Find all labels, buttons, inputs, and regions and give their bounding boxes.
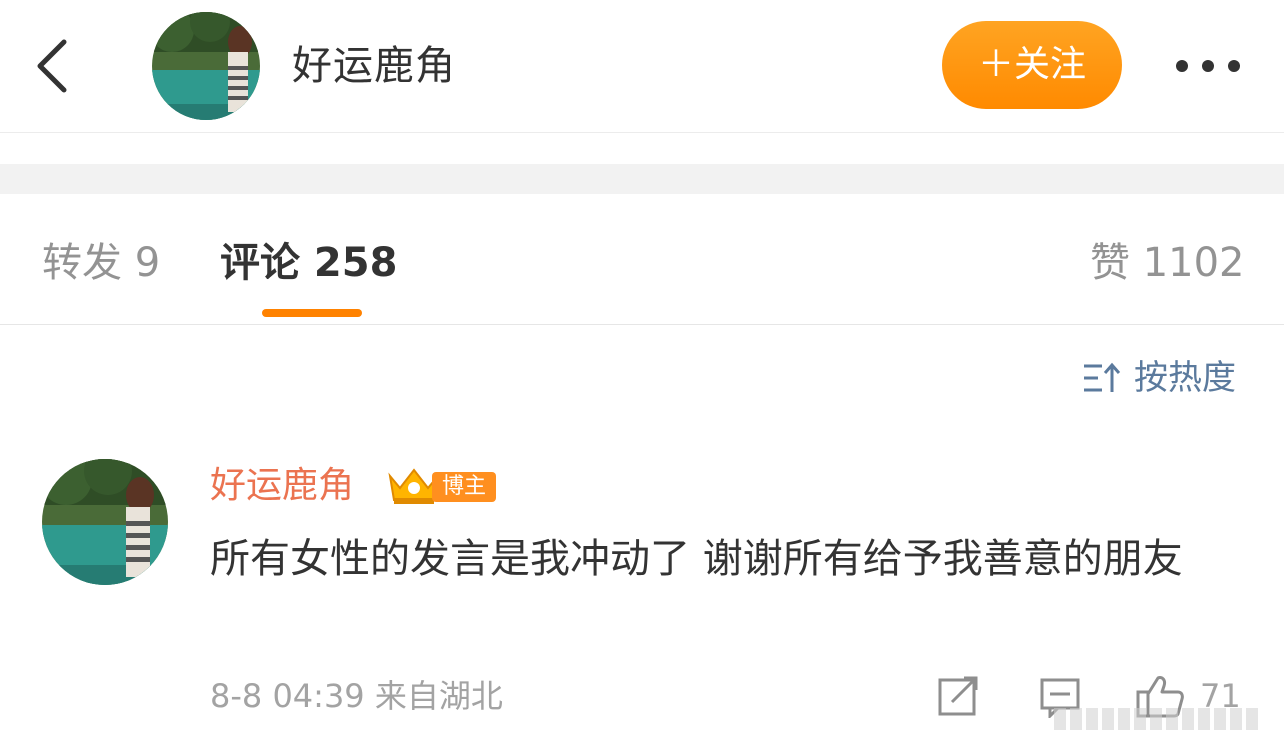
badge-label: 博主 [432, 472, 496, 502]
comment-meta: 8-8 04:39 来自湖北 [210, 677, 503, 715]
avatar-image [152, 12, 260, 120]
header-avatar[interactable] [152, 12, 260, 120]
share-icon [938, 676, 978, 716]
section-divider [0, 164, 1284, 194]
tab-bar: 转发 9 评论 258 赞 1102 [0, 194, 1284, 325]
top-bar: 好运鹿角 ＋关注 [0, 0, 1284, 133]
share-button[interactable] [936, 674, 980, 718]
active-tab-indicator [262, 309, 362, 317]
tab-likes[interactable]: 赞 1102 [1090, 238, 1245, 288]
tab-repost[interactable]: 转发 9 [42, 238, 160, 288]
more-button[interactable] [1168, 46, 1248, 86]
more-icon [1176, 60, 1240, 72]
author-badge: 博主 [386, 466, 500, 506]
sort-icon [1084, 362, 1121, 392]
avatar-image [42, 459, 168, 585]
comment-user-name[interactable]: 好运鹿角 [210, 462, 354, 510]
tab-comments[interactable]: 评论 258 [220, 238, 397, 288]
comment-text: 所有女性的发言是我冲动了 谢谢所有给予我善意的朋友 [210, 536, 1183, 582]
back-arrow-icon [37, 39, 67, 93]
follow-button[interactable]: ＋关注 [942, 21, 1122, 109]
header-user-name[interactable]: 好运鹿角 [292, 40, 456, 92]
sort-label: 按热度 [1134, 358, 1236, 398]
comment-avatar[interactable] [42, 459, 168, 585]
back-button[interactable] [28, 36, 80, 96]
watermark [1054, 702, 1274, 736]
